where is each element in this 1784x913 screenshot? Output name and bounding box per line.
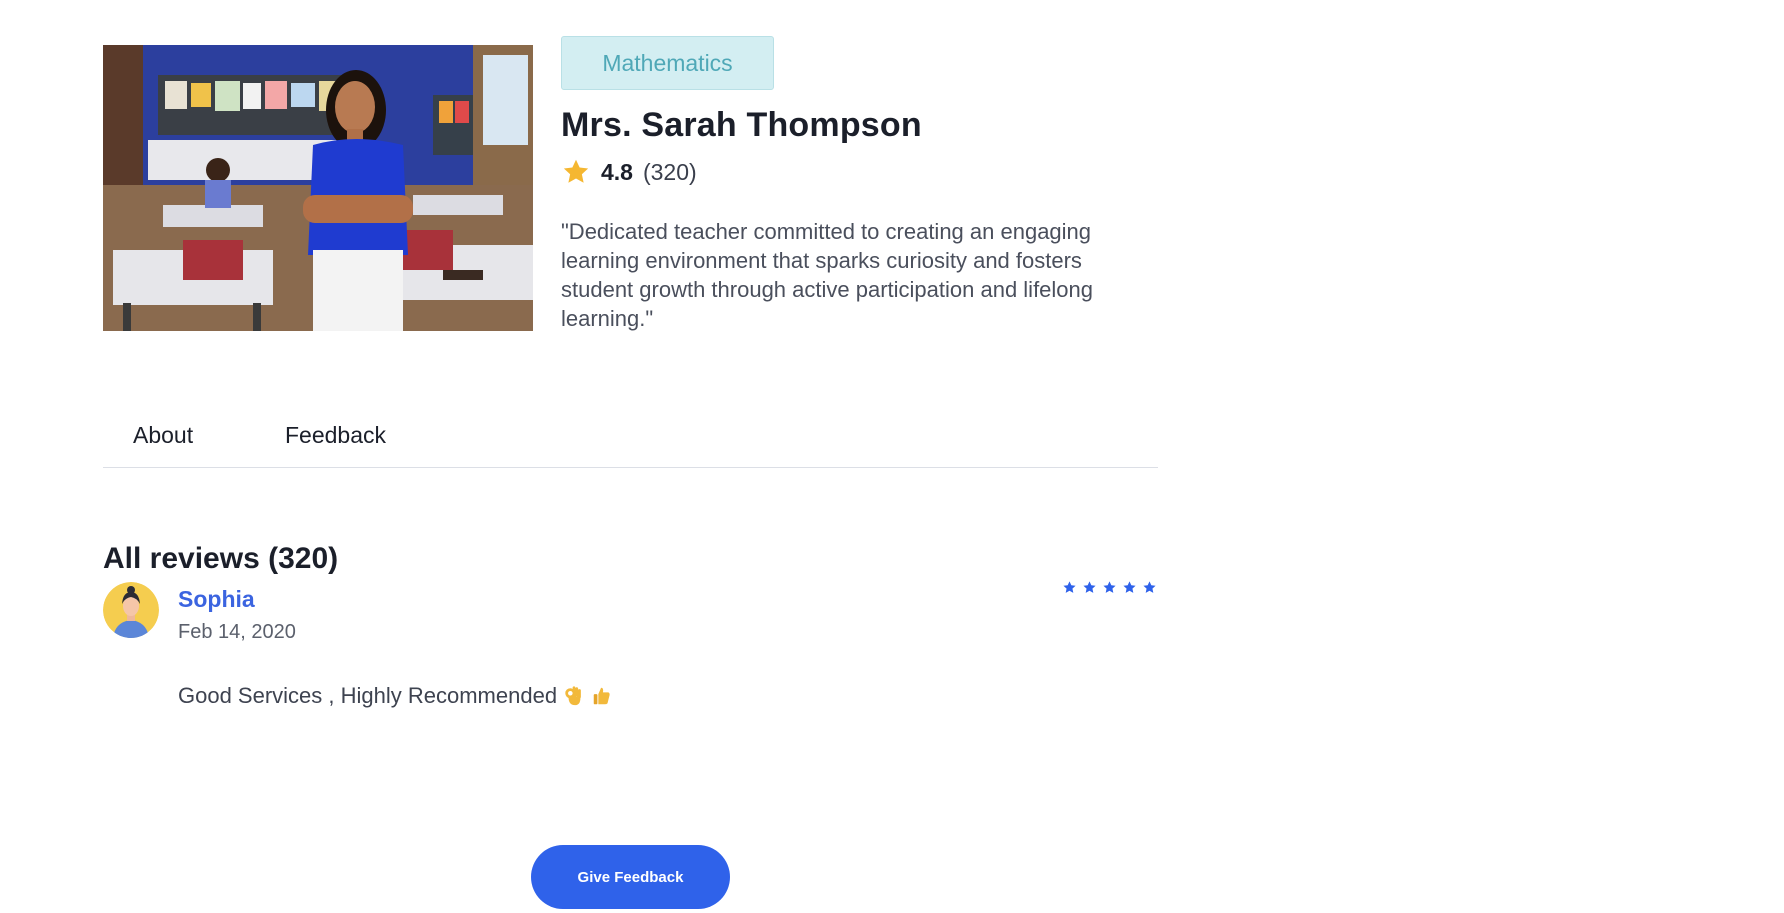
give-feedback-button[interactable]: Give Feedback [531,845,730,909]
reviewer-name[interactable]: Sophia [178,586,255,613]
avatar [103,582,159,638]
teacher-rating: 4.8 (320) [561,155,697,189]
thumbs-up-icon [593,687,610,705]
star-icon [563,159,589,183]
review-star-icon [1103,581,1116,593]
profile-tabs: About Feedback [103,412,1158,468]
review-star-icon [1123,581,1136,593]
tab-about[interactable]: About [133,422,193,449]
subject-badge: Mathematics [561,36,774,90]
review-stars [1062,580,1157,595]
review-date: Feb 14, 2020 [178,621,296,643]
teacher-name: Mrs. Sarah Thompson [561,106,922,144]
rating-count: (320) [642,158,697,185]
review-text-content: Good Services , Highly Recommended [178,683,558,708]
rating-value: 4.8 [601,158,633,185]
teacher-photo [103,45,533,331]
tab-feedback[interactable]: Feedback [285,422,386,449]
teacher-bio: "Dedicated teacher committed to creating… [561,219,1094,331]
ok-hand-icon [565,686,581,706]
review-star-icon [1143,581,1156,593]
review-text: Good Services , Highly Recommended [178,683,613,709]
review-star-icon [1083,581,1096,593]
reviews-title: All reviews (320) [103,542,339,575]
review-star-icon [1063,581,1076,593]
